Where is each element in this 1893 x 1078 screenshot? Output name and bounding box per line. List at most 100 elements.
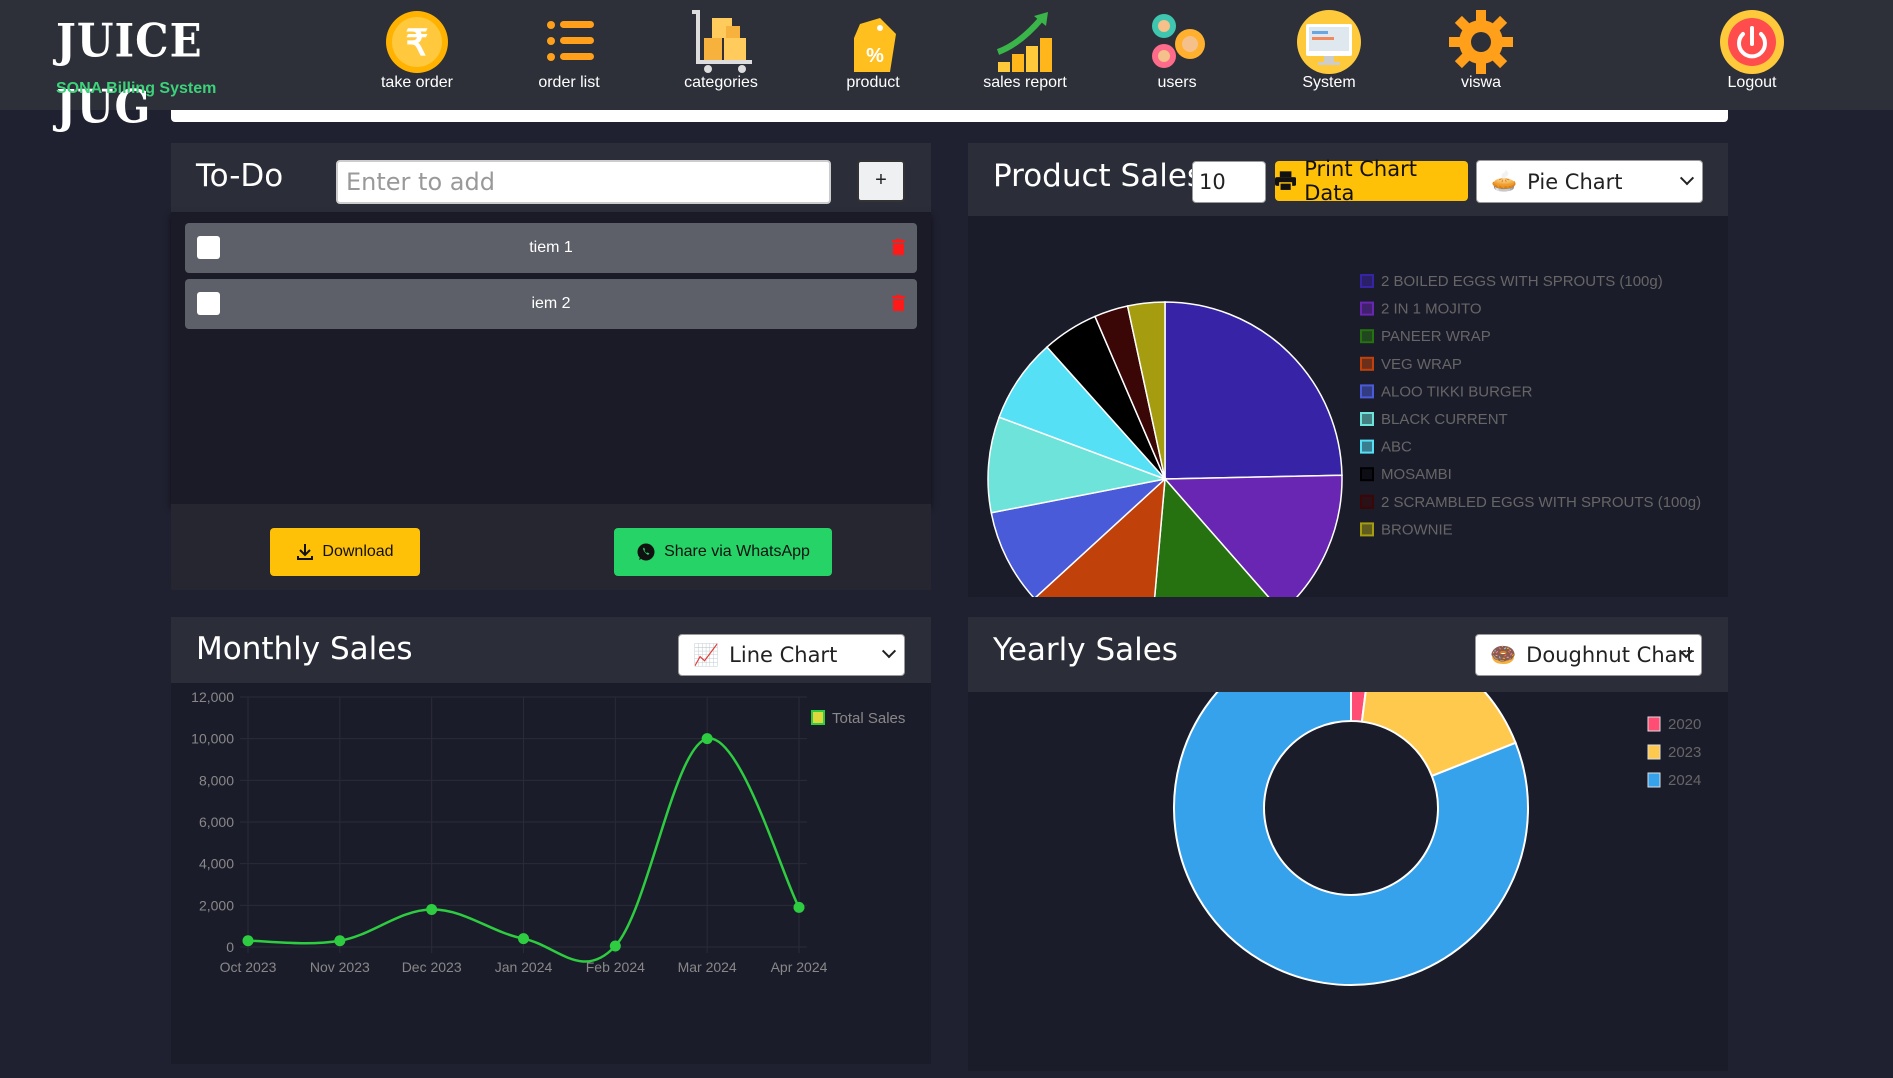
trash-icon[interactable] xyxy=(892,239,905,255)
legend-label: VEG WRAP xyxy=(1381,356,1462,373)
y-tick-label: 2,000 xyxy=(199,897,234,913)
nav-system[interactable]: System xyxy=(1264,8,1394,98)
nav-label: Logout xyxy=(1727,74,1777,91)
monthly-sales-header: Monthly Sales 📈 Line Chart xyxy=(171,617,931,683)
todo-item: tiem 1 xyxy=(185,223,917,273)
legend-swatch xyxy=(1360,439,1374,454)
nav-label: order list xyxy=(538,74,600,91)
doughnut-icon: 🍩 xyxy=(1490,642,1517,667)
todo-item-text: iem 2 xyxy=(531,295,571,312)
whatsapp-share-button[interactable]: Share via WhatsApp xyxy=(614,528,832,576)
divider-bar xyxy=(171,110,1728,122)
monthly-chart-type-select[interactable]: 📈 Line Chart xyxy=(678,634,905,676)
product-sales-title: Product Sales xyxy=(993,158,1204,194)
x-tick-label: Apr 2024 xyxy=(771,959,828,975)
legend-label: MOSAMBI xyxy=(1381,466,1452,483)
download-button[interactable]: Download xyxy=(270,528,420,576)
yearly-sales-panel: Yearly Sales 🍩 Doughnut Chart 2020 2023 20… xyxy=(968,617,1728,1071)
y-tick-label: 6,000 xyxy=(199,814,234,830)
product-sales-panel: Product Sales 10 Print Chart Data 🥧 Pie … xyxy=(968,143,1728,597)
nav-logout[interactable]: Logout xyxy=(1687,8,1817,98)
legend-swatch xyxy=(1360,522,1374,537)
data-point xyxy=(701,733,713,745)
app-subtitle: SONA Billing System xyxy=(56,80,217,97)
y-tick-label: 0 xyxy=(226,939,234,955)
gear-icon xyxy=(1449,10,1513,74)
yearly-chart-type-value: Doughnut Chart xyxy=(1526,643,1695,667)
nav-label: product xyxy=(846,74,900,91)
legend-label: Total Sales xyxy=(832,710,905,727)
print-chart-button[interactable]: Print Chart Data xyxy=(1275,157,1468,205)
chevron-down-icon xyxy=(1679,170,1695,185)
legend-swatch xyxy=(1647,716,1661,732)
product-chart-type-value: Pie Chart xyxy=(1527,169,1623,194)
nav-label: take order xyxy=(380,74,454,91)
rupee-coin-icon: ₹ xyxy=(386,11,448,73)
pie-slice xyxy=(1164,301,1343,480)
add-todo-button[interactable]: + xyxy=(857,160,905,202)
yearly-sales-doughnut-chart: 2020 2023 2024 xyxy=(1173,692,1701,986)
nav-categories[interactable]: categories xyxy=(656,8,786,98)
users-gears-icon xyxy=(1152,14,1205,68)
legend-label: 2 SCRAMBLED EGGS WITH SPROUTS (100g) xyxy=(1381,494,1701,511)
legend-swatch xyxy=(1360,412,1374,426)
data-point xyxy=(426,904,438,915)
nav-label: sales report xyxy=(983,74,1067,91)
monthly-sales-line-chart: 0 2,000 4,000 6,000 8,000 10,000 12,000 Oct 202… xyxy=(191,689,905,975)
nav-order-list[interactable]: order list xyxy=(504,8,634,98)
print-chart-label: Print Chart Data xyxy=(1304,157,1417,205)
todo-title: To-Do xyxy=(196,158,284,194)
product-chart-type-select[interactable]: 🥧 Pie Chart xyxy=(1476,160,1703,203)
power-icon xyxy=(1720,10,1784,74)
chevron-down-icon xyxy=(881,644,897,659)
data-point xyxy=(793,901,805,913)
legend-swatch xyxy=(1647,772,1661,788)
monthly-sales-panel: Monthly Sales 📈 Line Chart 0 2,000 4,000 6,… xyxy=(171,617,931,1064)
yearly-chart-type-select[interactable]: 🍩 Doughnut Chart xyxy=(1475,634,1702,676)
x-tick-label: Oct 2023 xyxy=(220,959,277,975)
y-tick-label: 10,000 xyxy=(191,731,234,747)
download-icon xyxy=(297,544,314,560)
data-point xyxy=(518,933,529,945)
legend-label: 2 BOILED EGGS WITH SPROUTS (100g) xyxy=(1381,273,1663,290)
x-tick-label: Jan 2024 xyxy=(495,959,553,975)
legend-swatch xyxy=(1360,329,1374,344)
app-logo[interactable]: JUICE JUG SONA Billing System xyxy=(56,14,246,134)
legend-label: PANEER WRAP xyxy=(1381,328,1491,345)
growth-chart-icon xyxy=(996,12,1052,72)
legend-swatch xyxy=(1360,494,1374,509)
nav-label: users xyxy=(1157,74,1197,91)
data-point xyxy=(334,935,346,947)
y-tick-label: 4,000 xyxy=(199,856,234,872)
legend-label: BLACK CURRENT xyxy=(1381,411,1508,428)
nav-sales-report[interactable]: sales report xyxy=(960,8,1090,98)
nav-product[interactable]: % product xyxy=(808,8,938,98)
svg-text:₹: ₹ xyxy=(406,22,429,63)
x-tick-label: Mar 2024 xyxy=(678,959,737,975)
legend-label: 2 IN 1 MOJITO xyxy=(1381,301,1482,318)
printer-icon xyxy=(1275,171,1297,191)
legend-swatch xyxy=(1360,467,1374,482)
monthly-chart-type-value: Line Chart xyxy=(729,643,838,667)
product-count-input[interactable]: 10 xyxy=(1192,161,1266,203)
whatsapp-icon xyxy=(637,543,655,561)
x-tick-label: Dec 2023 xyxy=(402,959,462,975)
trash-icon[interactable] xyxy=(892,295,905,311)
nav-users[interactable]: users xyxy=(1112,8,1242,98)
boxes-cart-icon xyxy=(692,10,752,73)
whatsapp-label: Share via WhatsApp xyxy=(664,543,810,560)
legend-swatch xyxy=(811,710,825,725)
nav-label: System xyxy=(1302,74,1356,91)
nav-viswa[interactable]: viswa xyxy=(1416,8,1546,98)
todo-item: iem 2 xyxy=(185,279,917,329)
todo-item-text: tiem 1 xyxy=(529,239,573,256)
legend-label: ABC xyxy=(1381,439,1412,456)
todo-actions: Download Share via WhatsApp xyxy=(171,504,931,590)
nav-take-order[interactable]: ₹ take order xyxy=(352,8,482,98)
data-point xyxy=(609,940,621,952)
legend-label: 2020 xyxy=(1668,716,1701,733)
data-point xyxy=(242,935,254,947)
product-sales-pie-chart: 2 BOILED EGGS WITH SPROUTS (100g) 2 IN 1 … xyxy=(987,273,1701,597)
legend-label: BROWNIE xyxy=(1381,521,1453,538)
todo-input[interactable]: Enter to add xyxy=(336,160,831,204)
